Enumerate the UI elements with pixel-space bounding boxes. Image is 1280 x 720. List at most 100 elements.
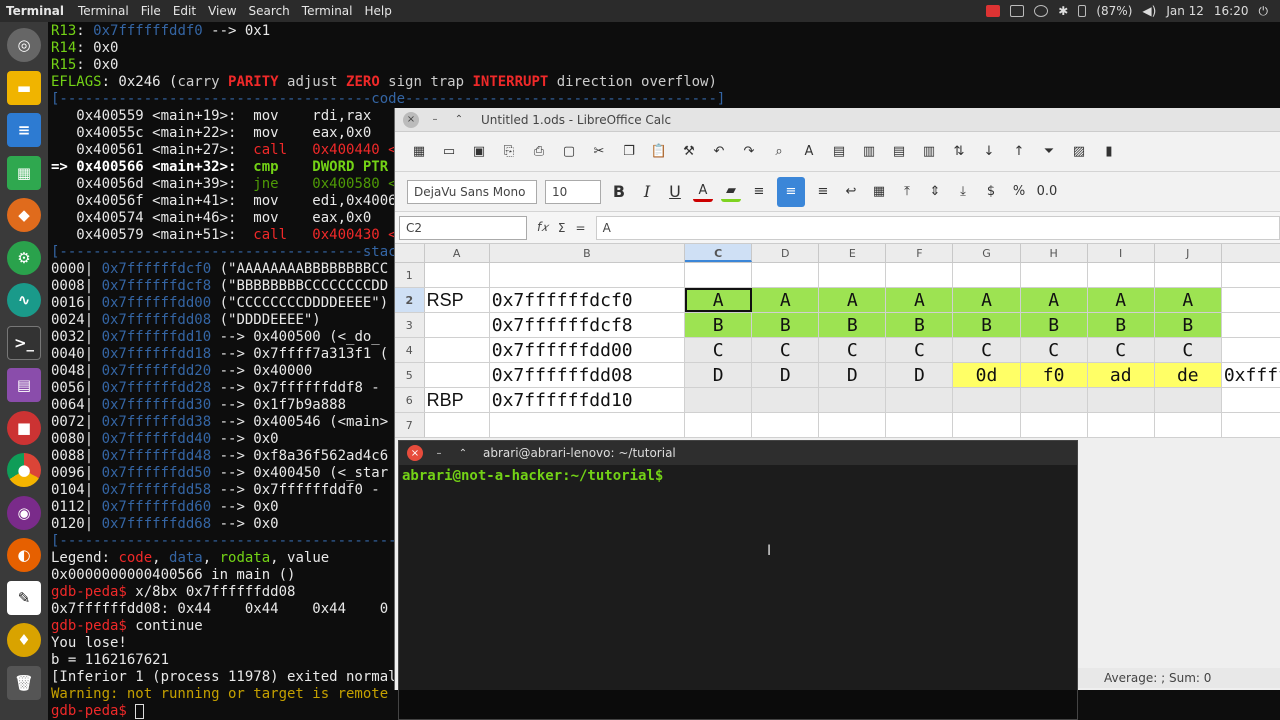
cell[interactable] <box>425 363 490 387</box>
cell[interactable] <box>953 388 1021 412</box>
cell[interactable]: 0x7ffffffdd08 <box>490 363 686 387</box>
save-icon[interactable]: ▣ <box>469 142 489 162</box>
sort-desc-icon[interactable]: ↑ <box>1009 142 1029 162</box>
copy-icon[interactable]: ❐ <box>619 142 639 162</box>
cell[interactable]: D <box>886 363 954 387</box>
cell[interactable] <box>1088 413 1155 437</box>
menu-item[interactable]: View <box>208 4 236 18</box>
cell[interactable]: A <box>685 288 753 312</box>
menu-item[interactable]: File <box>141 4 161 18</box>
clone-icon[interactable]: ⚒ <box>679 142 699 162</box>
cell[interactable] <box>953 263 1021 287</box>
cell[interactable] <box>1222 288 1280 312</box>
paste-icon[interactable]: 📋 <box>649 142 669 162</box>
cell[interactable]: B <box>752 313 820 337</box>
cell[interactable] <box>490 263 686 287</box>
cell[interactable] <box>1020 388 1088 412</box>
cell[interactable]: A <box>1020 288 1088 312</box>
column-header-c[interactable]: C <box>685 244 753 262</box>
cell[interactable]: ad <box>1087 363 1155 387</box>
align-center-icon[interactable]: ≡ <box>777 176 805 207</box>
settings-icon[interactable]: ⚙ <box>7 240 41 275</box>
cell[interactable]: de <box>1154 363 1222 387</box>
firefox-icon[interactable]: ◐ <box>7 538 41 572</box>
cell[interactable]: B <box>1020 313 1088 337</box>
column-header-d[interactable]: D <box>752 244 820 262</box>
cell[interactable] <box>490 413 686 437</box>
record-icon[interactable] <box>986 5 1001 17</box>
align-top-icon[interactable]: ⤒ <box>897 182 917 202</box>
cell[interactable] <box>752 413 820 437</box>
trash-icon[interactable]: 🗑 <box>7 665 41 700</box>
media-icon[interactable]: ■ <box>7 410 41 445</box>
shell-prompt[interactable]: abrari@not-a-hacker:~/tutorial$ <box>399 465 1077 487</box>
image-icon[interactable]: ▨ <box>1069 142 1089 162</box>
sum-icon[interactable]: Σ <box>558 221 566 235</box>
cell[interactable] <box>886 388 954 412</box>
spreadsheet-icon[interactable]: ▦ <box>409 142 429 162</box>
spreadsheet-grid[interactable]: A B C D E F G H I J 1 2 RSP 0x7ffffffdcf0 A A A A A A A A 3 0x7… <box>395 244 1280 438</box>
row-icon[interactable]: ▤ <box>829 142 849 162</box>
sort-icon[interactable]: ⇅ <box>949 142 969 162</box>
cell[interactable] <box>425 413 490 437</box>
wrap-icon[interactable]: ↩ <box>841 182 861 202</box>
align-left-icon[interactable]: ≡ <box>749 182 769 202</box>
cut-icon[interactable]: ✂ <box>589 142 609 162</box>
cell[interactable]: A <box>1154 288 1222 312</box>
cell[interactable]: B <box>953 313 1021 337</box>
volume-icon[interactable]: ◀) <box>1142 4 1156 18</box>
row-header[interactable]: 1 <box>395 263 425 287</box>
cell[interactable] <box>1155 413 1222 437</box>
cell[interactable]: RBP <box>425 388 490 412</box>
column-header-i[interactable]: I <box>1088 244 1155 262</box>
monitor-icon[interactable]: ∿ <box>7 283 41 317</box>
cell[interactable]: 0d <box>953 363 1021 387</box>
terminal-icon[interactable]: >_ <box>7 325 41 360</box>
pdf-icon[interactable]: ⎘ <box>499 142 519 162</box>
ubuntu-icon[interactable]: ◎ <box>7 28 41 62</box>
cell[interactable] <box>425 338 490 362</box>
cell[interactable] <box>886 413 954 437</box>
delete-row-icon[interactable]: ▤ <box>889 142 909 162</box>
menu-item[interactable]: Help <box>365 4 392 18</box>
column-header-a[interactable]: A <box>425 244 490 262</box>
column-icon[interactable]: ▥ <box>859 142 879 162</box>
power-icon[interactable]: ⏻ <box>1259 4 1269 19</box>
print-icon[interactable]: ⎙ <box>529 142 549 162</box>
cell[interactable]: C <box>1154 338 1222 362</box>
menu-item[interactable]: Edit <box>173 4 196 18</box>
cell[interactable]: A <box>752 288 820 312</box>
percent-icon[interactable]: % <box>1009 182 1029 202</box>
filter-icon[interactable]: ⏷ <box>1039 142 1059 162</box>
preview-icon[interactable]: ▢ <box>559 142 579 162</box>
number-icon[interactable]: 0.0 <box>1037 182 1058 202</box>
cell[interactable] <box>1222 313 1280 337</box>
maximize-icon[interactable]: ⌃ <box>451 112 467 128</box>
editor-icon[interactable]: ✎ <box>7 580 41 615</box>
cell[interactable]: 0xffff <box>1222 363 1280 387</box>
currency-icon[interactable]: $ <box>981 182 1001 202</box>
disc-icon[interactable]: ◉ <box>7 495 41 530</box>
maximize-icon[interactable]: ⌃ <box>455 445 471 461</box>
cell[interactable] <box>1222 338 1280 362</box>
cell[interactable]: D <box>752 363 820 387</box>
cell[interactable]: C <box>819 338 887 362</box>
minimize-icon[interactable]: – <box>427 112 443 128</box>
cell[interactable]: C <box>685 338 753 362</box>
cell[interactable]: B <box>819 313 887 337</box>
cell[interactable] <box>1021 413 1088 437</box>
cell[interactable]: D <box>685 363 753 387</box>
column-header-j[interactable]: J <box>1155 244 1222 262</box>
menu-item[interactable]: Terminal <box>302 4 353 18</box>
font-color-icon[interactable]: A <box>693 182 713 202</box>
bird-icon[interactable]: ♦ <box>7 623 41 657</box>
cell[interactable] <box>1021 263 1088 287</box>
menu-item[interactable]: Terminal <box>78 4 129 18</box>
cell[interactable]: C <box>886 338 954 362</box>
cell[interactable]: 0x7ffffffdd00 <box>490 338 686 362</box>
cell[interactable]: C <box>953 338 1021 362</box>
cell[interactable] <box>685 413 753 437</box>
minimize-icon[interactable]: – <box>431 445 447 461</box>
name-box[interactable]: C2 <box>399 215 527 240</box>
cell[interactable]: D <box>819 363 887 387</box>
